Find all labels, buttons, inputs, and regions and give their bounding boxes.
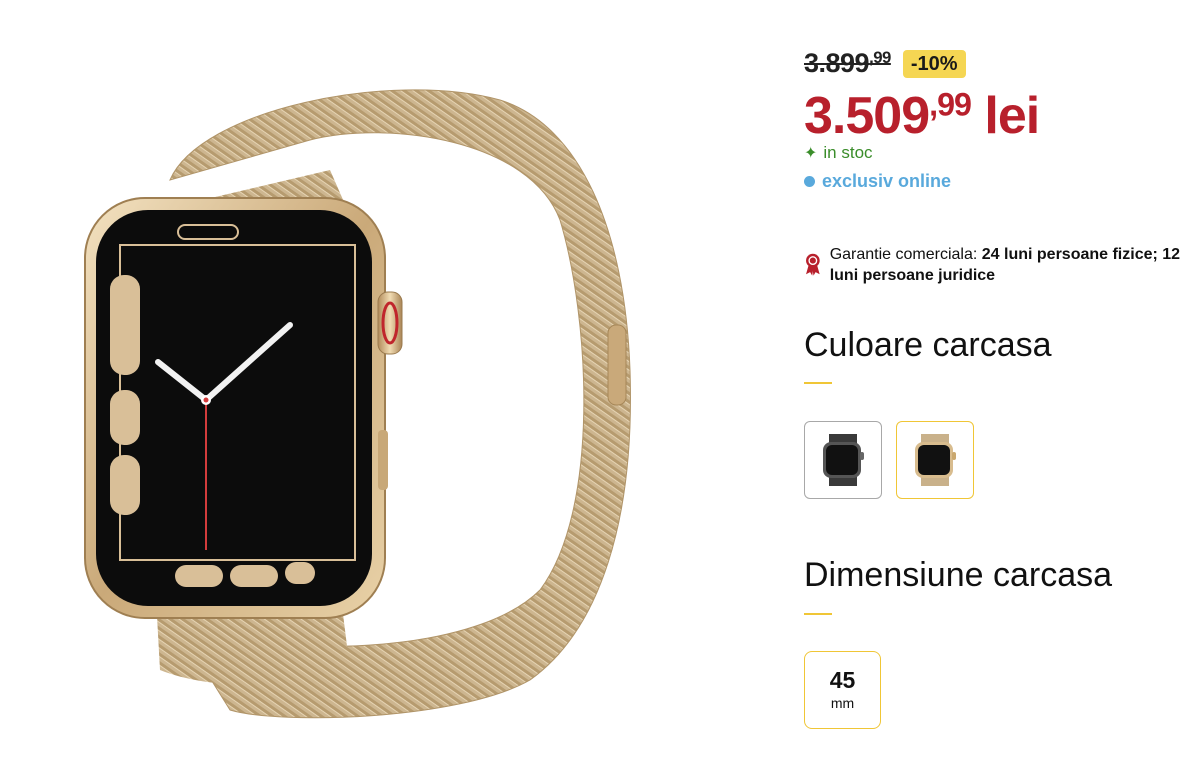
- case-size-divider: [804, 613, 832, 615]
- warranty-info: Garantie comerciala: 24 luni persoane fi…: [804, 244, 1184, 286]
- color-swatch-gold[interactable]: [896, 421, 974, 499]
- sparkle-icon: ✦: [804, 145, 818, 162]
- discount-badge: -10%: [902, 49, 966, 78]
- case-color-title: Culoare carcasa: [804, 326, 1052, 364]
- size-unit: mm: [830, 695, 855, 711]
- online-exclusive-badge: exclusiv online: [804, 171, 951, 192]
- stock-status: ✦ in stoc: [804, 143, 873, 163]
- product-image: [60, 70, 660, 730]
- ribbon-icon: [806, 253, 820, 276]
- current-price: 3.509,99 lei: [804, 86, 1040, 145]
- old-price-row: 3.899,99 -10%: [804, 48, 966, 79]
- watch-illustration: [84, 89, 631, 719]
- warranty-text: Garantie comerciala: 24 luni persoane fi…: [829, 246, 1181, 284]
- old-price: 3.899,99: [804, 48, 891, 79]
- size-option-45mm[interactable]: 45 mm: [804, 651, 881, 729]
- stock-label: in stoc: [823, 143, 873, 162]
- color-swatch-graphite[interactable]: [804, 421, 882, 499]
- watch-gold-thumbnail: [915, 434, 956, 486]
- product-info-panel: 3.899,99 -10% 3.509,99 lei ✦ in stoc exc…: [804, 0, 1184, 757]
- dot-icon: [804, 176, 815, 187]
- size-value: 45: [829, 667, 856, 693]
- case-color-divider: [804, 382, 832, 384]
- online-label: exclusiv online: [822, 171, 952, 191]
- case-size-title: Dimensiune carcasa: [804, 556, 1113, 594]
- watch-graphite-thumbnail: [823, 434, 864, 486]
